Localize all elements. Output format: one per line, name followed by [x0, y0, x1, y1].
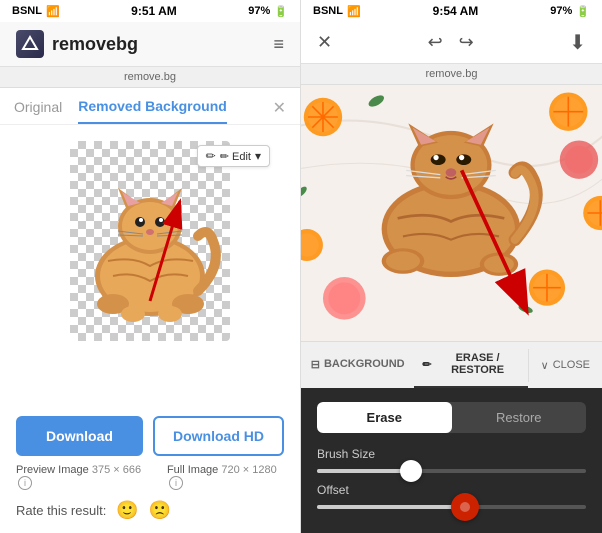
right-nav-icons: ↩ ↪ — [428, 32, 474, 53]
happy-emoji-button[interactable]: 🙂 — [116, 500, 138, 521]
erase-tab[interactable]: Erase — [317, 402, 452, 433]
right-battery: 97% — [550, 5, 572, 17]
offset-row: Offset — [317, 483, 586, 509]
full-info: Full Image 720 × 1280 i — [167, 464, 284, 490]
right-battery-icon: 🔋 — [576, 5, 590, 18]
right-carrier: BSNL — [313, 5, 343, 17]
preview-size: 375 × 666 — [92, 464, 141, 476]
logo-icon — [16, 30, 44, 58]
right-time: 9:54 AM — [433, 4, 479, 18]
edit-pencil-icon: ✏ — [206, 149, 216, 163]
right-url-bar[interactable]: remove.bg — [301, 64, 602, 85]
left-status-bar: BSNL 📶 9:51 AM 97% 🔋 — [0, 0, 300, 22]
logo-text: removebg — [52, 34, 138, 55]
image-area: ✏ ✏ Edit ▾ — [0, 125, 300, 404]
left-url-text: remove.bg — [124, 71, 176, 83]
tab-erase-restore[interactable]: ✏ ERASE / RESTORE — [414, 342, 527, 388]
logo-svg — [21, 35, 39, 53]
close-tab-icon[interactable]: ✕ — [273, 98, 286, 118]
right-status-bar: BSNL 📶 9:54 AM 97% 🔋 — [301, 0, 602, 22]
bottom-area: Download Download HD Preview Image 375 ×… — [0, 404, 300, 533]
pencil-icon: ✏ — [422, 358, 431, 371]
right-red-arrow — [301, 85, 602, 341]
right-url-text: remove.bg — [426, 68, 478, 80]
red-arrow-overlay — [70, 141, 215, 331]
erase-restore-tabs: Erase Restore — [317, 402, 586, 433]
full-size: 720 × 1280 — [221, 464, 276, 476]
brush-size-row: Brush Size — [317, 447, 586, 473]
redo-icon[interactable]: ↪ — [459, 32, 474, 53]
right-image-area — [301, 85, 602, 341]
offset-fill — [317, 505, 465, 509]
close-toolbar-button[interactable]: ∨ CLOSE — [528, 349, 602, 382]
download-buttons: Download Download HD — [16, 416, 284, 456]
restore-tab[interactable]: Restore — [452, 402, 587, 433]
edit-dropdown-icon: ▾ — [255, 149, 261, 163]
right-status-left: BSNL 📶 — [313, 5, 361, 18]
download-hd-button[interactable]: Download HD — [153, 416, 284, 456]
right-panel: BSNL 📶 9:54 AM 97% 🔋 ✕ ↩ ↪ ⬇ remove.bg — [301, 0, 602, 533]
left-url-bar[interactable]: remove.bg — [0, 67, 300, 88]
tab-removed-bg[interactable]: Removed Background — [78, 98, 227, 124]
cat-with-background — [301, 85, 602, 341]
hamburger-icon[interactable]: ≡ — [273, 34, 284, 55]
cat-preview-image — [70, 141, 230, 341]
close-nav-icon[interactable]: ✕ — [317, 32, 332, 53]
left-battery-icon: 🔋 — [274, 5, 288, 18]
right-nav: ✕ ↩ ↪ ⬇ — [301, 22, 602, 64]
download-button[interactable]: Download — [16, 416, 143, 456]
offset-track[interactable] — [317, 505, 586, 509]
brush-size-label: Brush Size — [317, 447, 586, 461]
chevron-down-icon: ∨ — [541, 359, 549, 372]
left-battery: 97% — [248, 5, 270, 17]
right-toolbar: ⊟ BACKGROUND ✏ ERASE / RESTORE ∨ CLOSE — [301, 341, 602, 388]
brush-size-thumb[interactable] — [400, 460, 422, 482]
tab-background[interactable]: ⊟ BACKGROUND — [301, 348, 414, 383]
download-nav-icon[interactable]: ⬇ — [569, 30, 586, 55]
left-nav-bar: removebg ≡ — [0, 22, 300, 67]
offset-thumb[interactable] — [451, 493, 479, 521]
brush-size-track[interactable] — [317, 469, 586, 473]
left-time: 9:51 AM — [131, 4, 177, 18]
brush-size-fill — [317, 469, 411, 473]
left-panel: BSNL 📶 9:51 AM 97% 🔋 removebg ≡ remove.b… — [0, 0, 301, 533]
logo-area: removebg — [16, 30, 138, 58]
tabs-area: Original Removed Background ✕ — [0, 88, 300, 125]
undo-icon[interactable]: ↩ — [428, 32, 443, 53]
tab-original[interactable]: Original — [14, 99, 62, 123]
full-info-icon[interactable]: i — [169, 476, 183, 490]
preview-info-icon[interactable]: i — [18, 476, 32, 490]
image-info: Preview Image 375 × 666 i Full Image 720… — [16, 464, 284, 490]
rate-label: Rate this result: — [16, 503, 106, 518]
left-wifi-icon: 📶 — [46, 5, 60, 18]
edit-button[interactable]: ✏ ✏ Edit ▾ — [197, 145, 270, 167]
layers-icon: ⊟ — [311, 358, 320, 371]
left-status-left: BSNL 📶 — [12, 5, 60, 18]
sad-emoji-button[interactable]: 🙁 — [149, 500, 171, 521]
left-carrier: BSNL — [12, 5, 42, 17]
right-status-right: 97% 🔋 — [550, 5, 590, 18]
preview-info: Preview Image 375 × 666 i — [16, 464, 147, 490]
bottom-panel: Erase Restore Brush Size Offset — [301, 388, 602, 533]
left-status-right: 97% 🔋 — [248, 5, 288, 18]
offset-label: Offset — [317, 483, 586, 497]
rate-area: Rate this result: 🙂 🙁 — [16, 500, 284, 521]
right-wifi-icon: 📶 — [347, 5, 361, 18]
